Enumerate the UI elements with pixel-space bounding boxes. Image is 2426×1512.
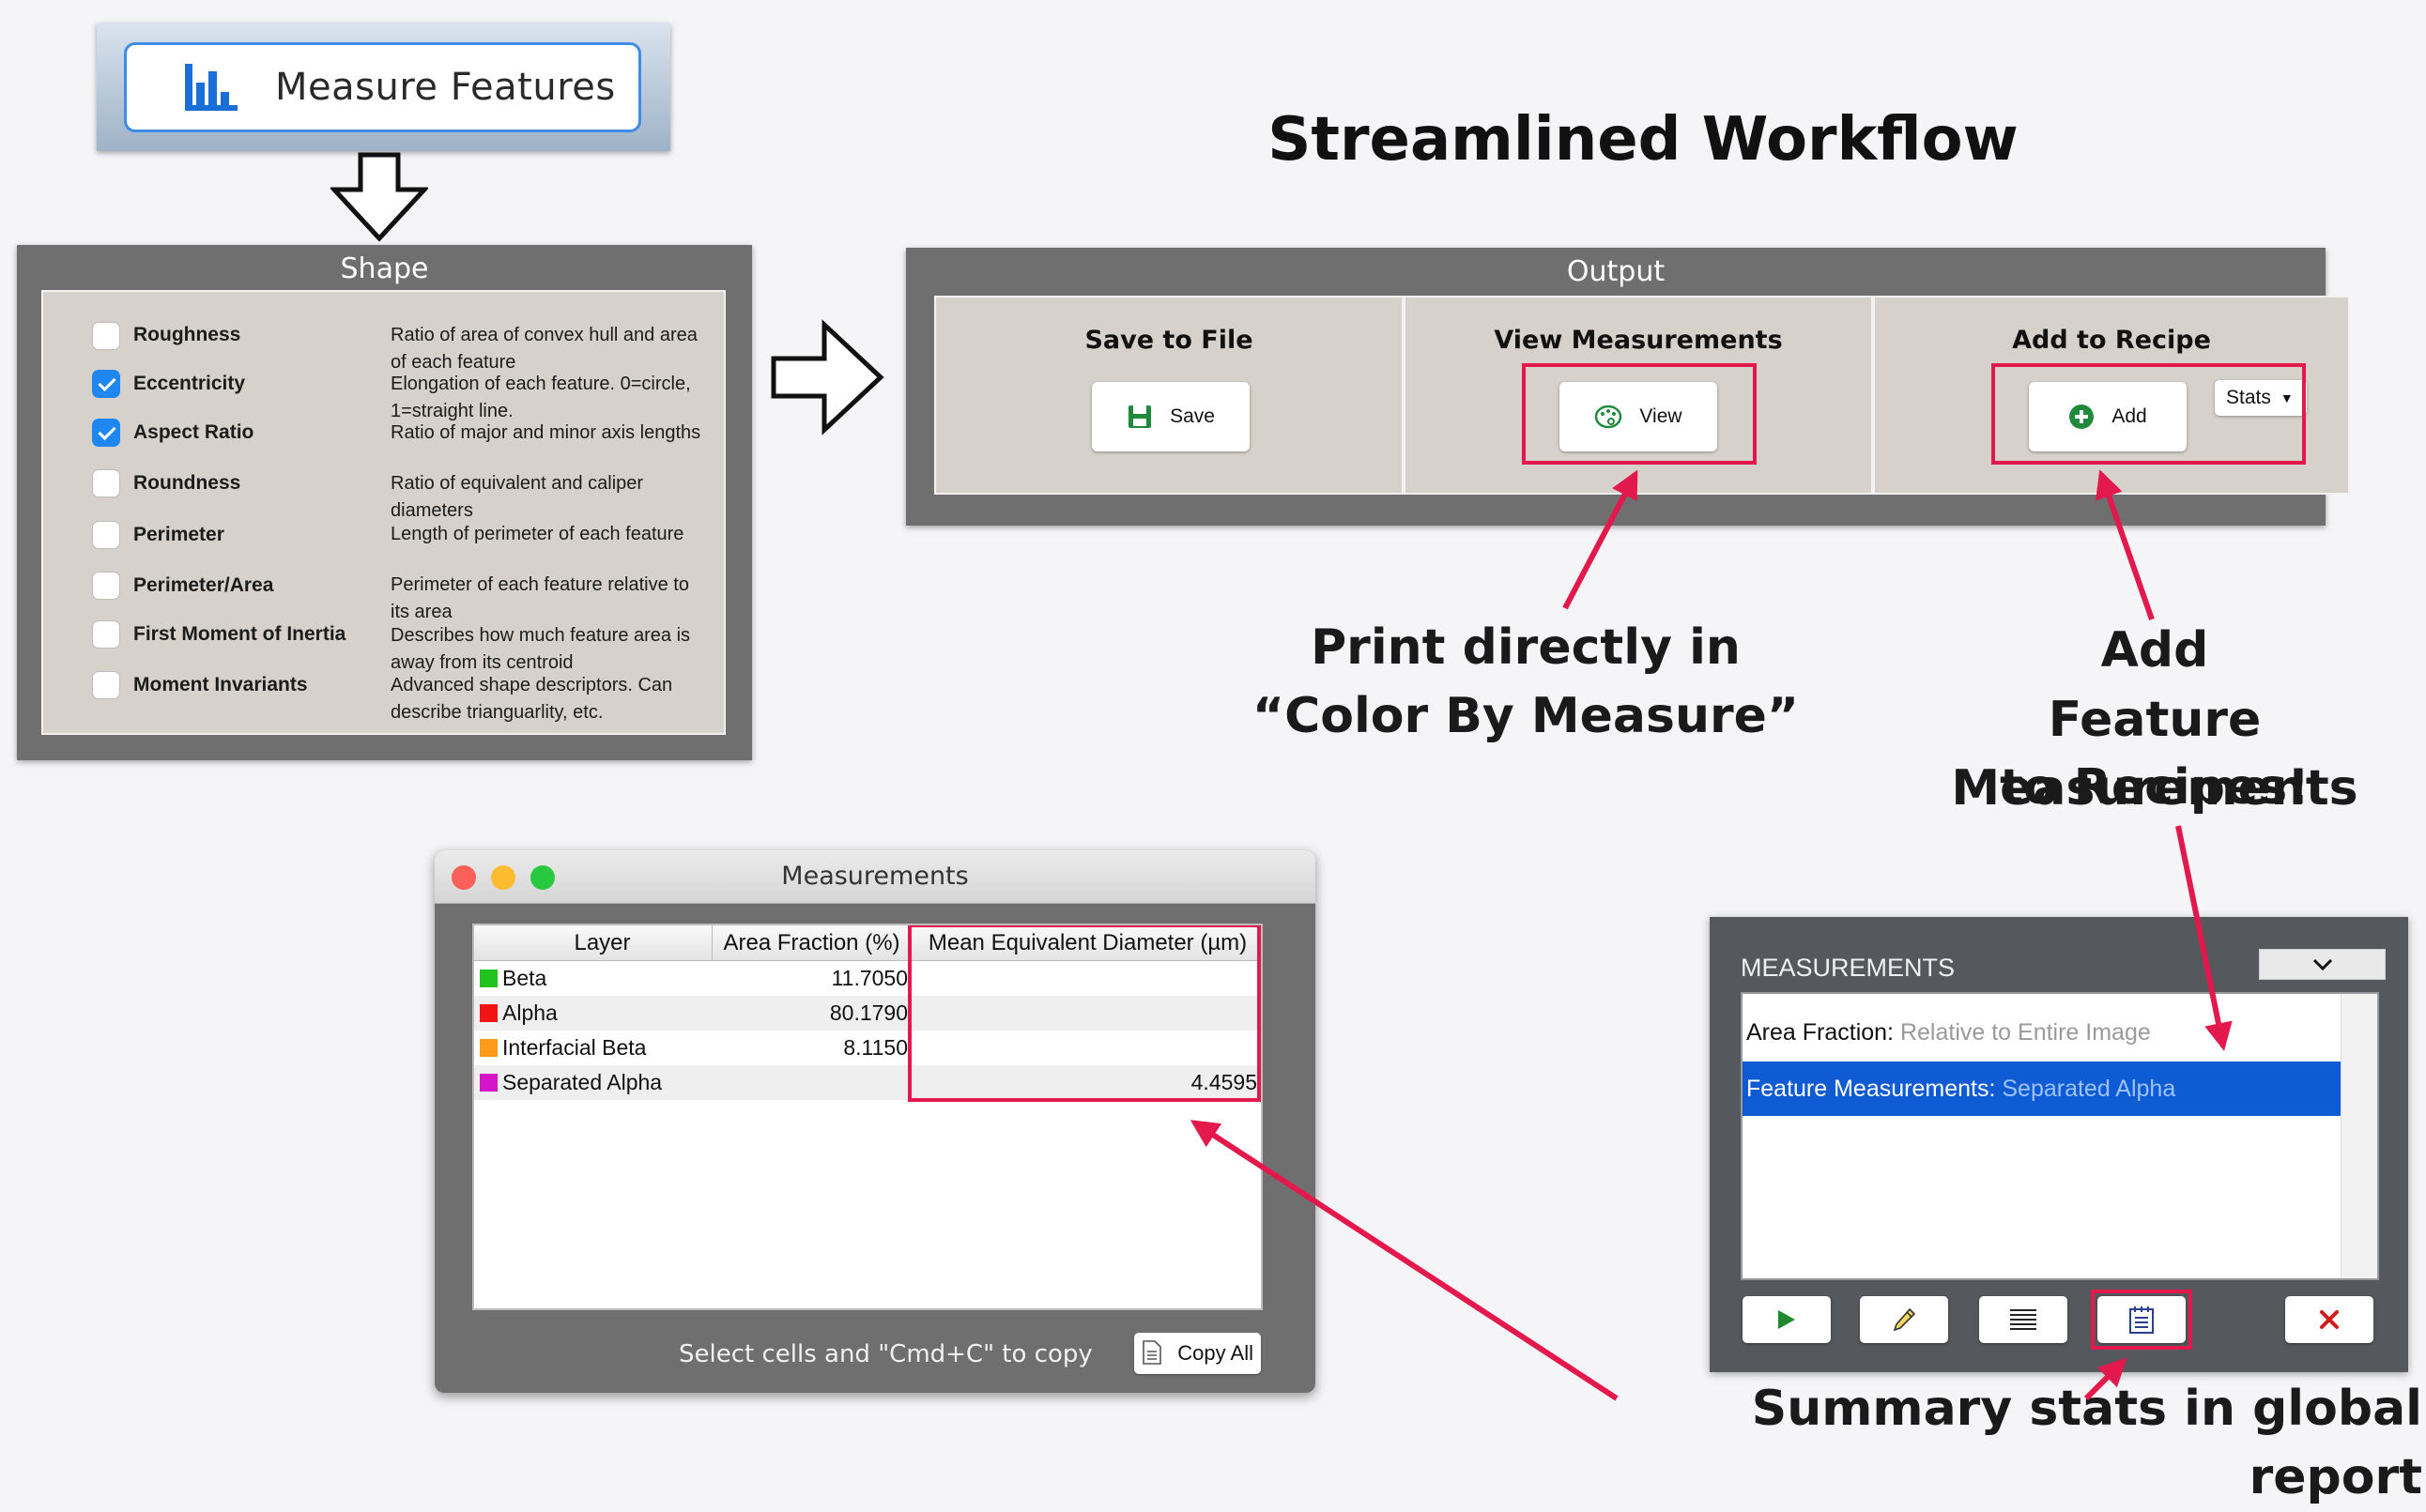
annotation-arrows	[1190, 469, 2233, 1401]
print-arrow	[1562, 469, 1638, 610]
recipe-arrow	[2096, 469, 2155, 620]
table-arrow	[1190, 1120, 1619, 1401]
panel-arrow	[2175, 825, 2233, 1051]
report-arrow	[2083, 1357, 2127, 1401]
